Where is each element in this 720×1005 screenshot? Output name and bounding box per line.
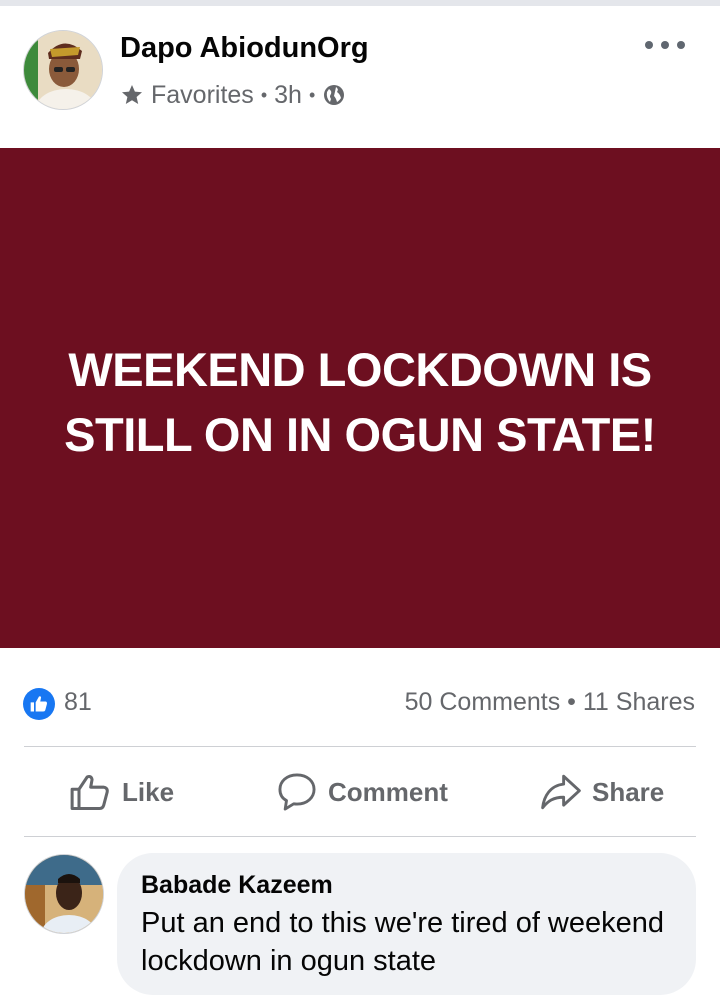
reaction-count[interactable]: 81: [64, 688, 92, 717]
comment-icon: [278, 773, 316, 811]
audience-label[interactable]: Favorites: [151, 81, 254, 110]
globe-icon: [324, 85, 345, 105]
share-button[interactable]: Share: [540, 770, 664, 814]
reaction-summary: 81 50 Comments • 11 Shares: [0, 680, 720, 726]
comment: Babade Kazeem Put an end to this we're t…: [0, 838, 720, 1005]
author-avatar[interactable]: [23, 30, 103, 110]
commenter-name[interactable]: Babade Kazeem: [141, 870, 672, 900]
commenter-avatar[interactable]: [24, 854, 104, 934]
share-label: Share: [592, 776, 665, 807]
post-image[interactable]: WEEKEND LOCKDOWN IS STILL ON IN OGUN STA…: [0, 148, 720, 648]
author-name[interactable]: Dapo AbiodunOrg: [120, 32, 369, 65]
star-icon: [122, 85, 142, 104]
comment-button[interactable]: Comment: [276, 770, 448, 814]
comment-text: Put an end to this we're tired of weeken…: [141, 907, 665, 977]
share-icon: [541, 774, 581, 810]
comments-shares-count[interactable]: 50 Comments • 11 Shares: [405, 688, 695, 717]
post-meta: Favorites • 3h •: [120, 80, 346, 110]
divider: [24, 746, 696, 747]
more-icon[interactable]: [645, 34, 685, 56]
comment-bubble[interactable]: Babade Kazeem Put an end to this we're t…: [117, 853, 696, 995]
divider: [24, 836, 696, 837]
post-time[interactable]: 3h: [274, 81, 302, 110]
thumbs-up-icon: [70, 775, 109, 811]
like-badge-icon[interactable]: [23, 688, 55, 720]
post-header: Dapo AbiodunOrg Favorites • 3h •: [0, 6, 720, 148]
like-button[interactable]: Like: [68, 770, 174, 814]
meta-separator: •: [308, 84, 316, 105]
action-bar: Like Comment Share: [0, 748, 720, 836]
comment-label: Comment: [328, 776, 448, 807]
like-label: Like: [122, 776, 175, 807]
meta-separator: •: [260, 84, 268, 105]
post-image-text: WEEKEND LOCKDOWN IS STILL ON IN OGUN STA…: [64, 343, 656, 461]
